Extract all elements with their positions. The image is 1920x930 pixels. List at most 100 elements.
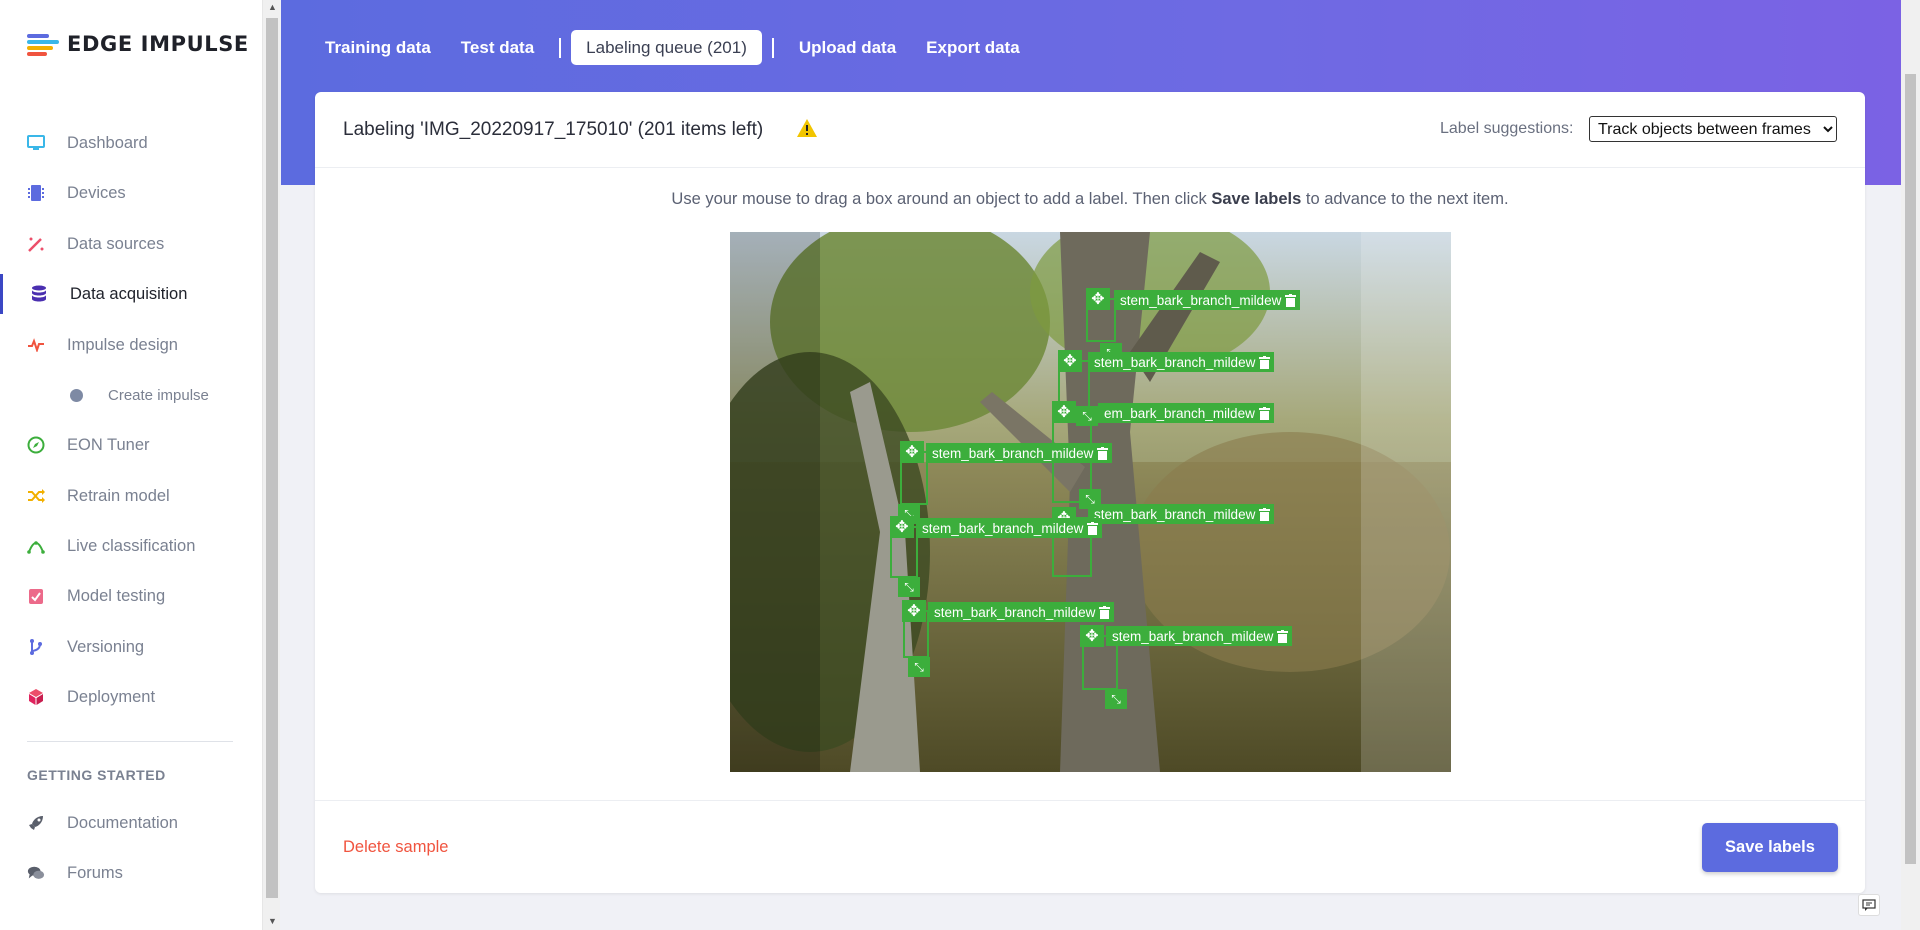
sidebar-item-label: Forums [67,863,123,882]
bounding-box-label[interactable]: stem_bark_branch_mildew [1088,504,1275,524]
instructions-text: Use your mouse to drag a box around an o… [671,190,1207,208]
dot-icon [70,388,83,402]
delete-sample-link[interactable]: Delete sample [343,838,448,857]
labeling-card: Labeling 'IMG_20220917_175010' (201 item… [315,92,1865,893]
sidebar-item-documentation[interactable]: Documentation [0,803,262,843]
resize-icon[interactable]: ⤡ [1105,689,1127,709]
sidebar-divider [27,741,233,742]
card-footer-divider [315,800,1865,801]
bounding-box-label[interactable]: stem_bark_branch_mildew [1114,290,1301,310]
app-name: EDGE IMPULSE [67,32,249,56]
sidebar-item-data-acquisition[interactable]: Data acquisition [0,274,262,314]
rocket-icon [27,814,45,832]
bounding-box-label-text: stem_bark_branch_mildew [1120,292,1282,308]
bounding-box-label-text: stem_bark_branch_mildew [1094,354,1256,370]
move-icon[interactable]: ✥ [900,441,924,463]
tab-test-data[interactable]: Test data [446,30,549,65]
wand-icon [27,235,45,253]
tab-training-data[interactable]: Training data [310,30,446,65]
resize-icon[interactable]: ⤡ [908,657,930,677]
bounding-box-label[interactable]: stem_bark_branch_mildew [916,518,1103,538]
database-icon [30,285,48,303]
instructions: Use your mouse to drag a box around an o… [315,190,1865,209]
logo-icon [27,32,59,56]
trash-icon[interactable] [1277,629,1289,643]
curve-icon [27,537,45,555]
move-icon[interactable]: ✥ [1086,288,1110,310]
data-tabs: Training data Test data Labeling queue (… [310,30,1035,65]
sidebar-item-model-testing[interactable]: Model testing [0,576,262,616]
sidebar-item-devices[interactable]: Devices [0,173,262,213]
sidebar-item-data-sources[interactable]: Data sources [0,224,262,264]
chat-icon [27,864,45,882]
bounding-box-label-text: em_bark_branch_mildew [1104,405,1255,421]
bounding-box-label[interactable]: em_bark_branch_mildew [1098,403,1274,423]
tab-export-data[interactable]: Export data [911,30,1035,65]
instructions-bold: Save labels [1211,190,1302,208]
trash-icon[interactable] [1258,406,1270,420]
main-scrollbar[interactable] [1901,0,1920,930]
sidebar-item-label: EON Tuner [67,435,150,454]
sidebar-item-label: Live classification [67,536,196,555]
scroll-down-icon[interactable]: ▼ [268,916,277,926]
move-icon[interactable]: ✥ [1058,350,1082,372]
sidebar-item-forums[interactable]: Forums [0,853,262,893]
tab-upload-data[interactable]: Upload data [784,30,911,65]
move-icon[interactable]: ✥ [890,516,914,538]
trash-icon[interactable] [1259,507,1271,521]
sidebar-item-label: Retrain model [67,486,170,505]
sidebar-item-label: Data acquisition [70,284,188,303]
monitor-icon [27,134,45,152]
bounding-box-label[interactable]: stem_bark_branch_mildew [928,602,1115,622]
sidebar-item-impulse-design[interactable]: Impulse design [0,325,262,365]
trash-icon[interactable] [1099,605,1111,619]
compass-icon [27,436,45,454]
move-icon[interactable]: ✥ [1080,625,1104,647]
box-icon [27,688,45,706]
resize-icon[interactable]: ⤡ [1076,406,1098,426]
sidebar-item-dashboard[interactable]: Dashboard [0,123,262,163]
sidebar-item-live-classification[interactable]: Live classification [0,526,262,566]
bounding-box-label[interactable]: stem_bark_branch_mildew [926,443,1113,463]
bounding-box-label-text: stem_bark_branch_mildew [1094,506,1256,522]
trash-icon[interactable] [1285,293,1297,307]
move-icon[interactable]: ✥ [1052,401,1076,423]
shuffle-icon [27,487,45,505]
chip-icon [27,184,45,202]
bounding-box-label[interactable]: stem_bark_branch_mildew [1088,352,1275,372]
tab-separator [559,37,562,58]
pulse-icon [27,336,45,354]
tab-labeling-queue[interactable]: Labeling queue (201) [571,30,762,65]
bounding-box-label[interactable]: stem_bark_branch_mildew [1106,626,1293,646]
main-scrollbar-thumb[interactable] [1905,74,1916,864]
sidebar: EDGE IMPULSE Dashboard Devices Data sour… [0,0,262,930]
sidebar-item-deployment[interactable]: Deployment [0,677,262,717]
branch-icon [27,638,45,656]
sidebar-item-label: Deployment [67,687,156,706]
trash-icon[interactable] [1097,446,1109,460]
move-icon[interactable]: ✥ [902,600,926,622]
app-logo[interactable]: EDGE IMPULSE [27,32,249,56]
feedback-icon[interactable] [1858,894,1880,916]
sidebar-item-label: Data sources [67,234,165,253]
sidebar-item-label: Documentation [67,813,178,832]
sidebar-item-versioning[interactable]: Versioning [0,627,262,667]
warning-icon[interactable] [796,118,818,143]
sidebar-item-label: Dashboard [67,133,148,152]
trash-icon[interactable] [1087,521,1099,535]
instructions-text-end: to advance to the next item. [1305,190,1509,208]
sidebar-item-eon-tuner[interactable]: EON Tuner [0,425,262,465]
bounding-box-label-text: stem_bark_branch_mildew [1112,628,1274,644]
label-suggestions-select[interactable]: Track objects between frames [1589,116,1837,142]
resize-icon[interactable]: ⤡ [898,577,920,597]
trash-icon[interactable] [1259,355,1271,369]
scroll-up-icon[interactable]: ▲ [268,2,277,12]
clipboard-check-icon [27,587,45,605]
sidebar-item-create-impulse[interactable]: Create impulse [0,375,262,415]
sidebar-item-label: Create impulse [108,386,209,404]
sidebar-item-retrain-model[interactable]: Retrain model [0,476,262,516]
sample-image-canvas[interactable]: ✥ stem_bark_branch_mildew ⤡ ✥ stem_bark_… [730,232,1451,772]
sidebar-scrollbar-thumb[interactable] [266,18,278,898]
sidebar-scrollbar[interactable]: ▲ ▼ [262,0,280,930]
save-labels-button[interactable]: Save labels [1702,823,1838,872]
